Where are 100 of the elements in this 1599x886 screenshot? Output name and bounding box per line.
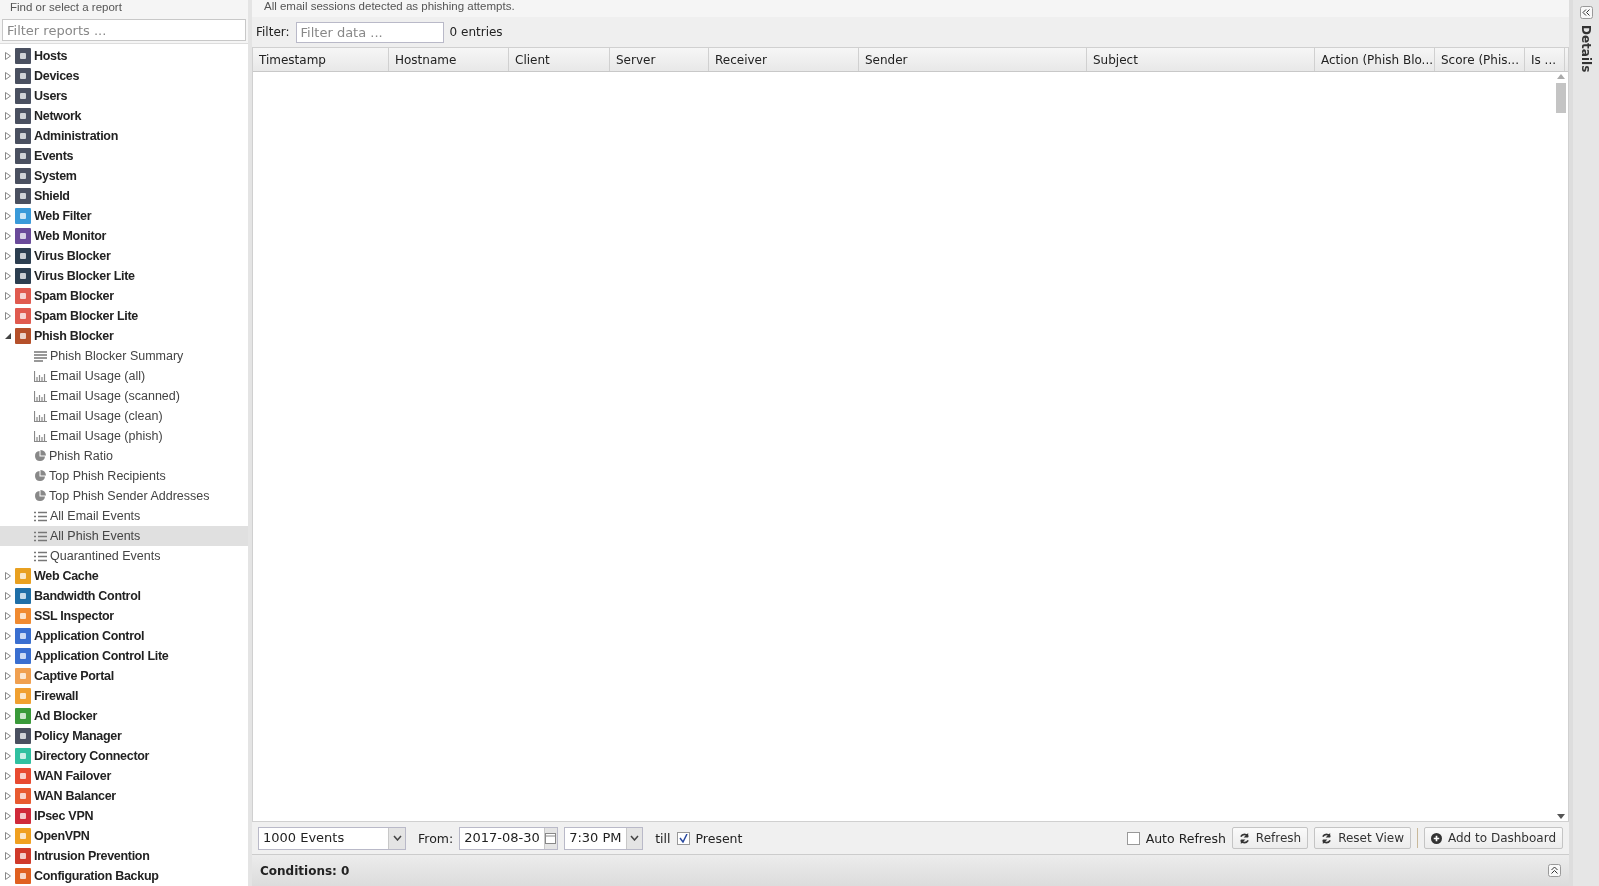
column-header[interactable]: Receiver <box>709 48 859 71</box>
events-limit-dropdown[interactable]: 1000 Events <box>258 826 406 850</box>
toolbar-button[interactable]: Refresh <box>1231 827 1309 849</box>
collapsed-arrow-icon[interactable] <box>4 752 12 760</box>
column-header[interactable]: Sender <box>859 48 1087 71</box>
tree-item[interactable]: Phish Blocker <box>0 326 248 346</box>
tree-item[interactable]: OpenVPN <box>0 826 248 846</box>
column-header[interactable]: Action (Phish Blo... <box>1315 48 1435 71</box>
column-header[interactable]: Hostname <box>389 48 509 71</box>
column-header[interactable]: Client <box>509 48 610 71</box>
tree-item[interactable]: Bandwidth Control <box>0 586 248 606</box>
tree-item[interactable]: Configuration Backup <box>0 866 248 886</box>
filter-reports-field[interactable]: Filter reports ... <box>2 19 246 41</box>
tree-item[interactable]: Events <box>0 146 248 166</box>
caret-icon[interactable] <box>629 835 639 841</box>
tree-item[interactable]: Web Filter <box>0 206 248 226</box>
collapsed-arrow-icon[interactable] <box>4 852 12 860</box>
tree-item[interactable]: WAN Failover <box>0 766 248 786</box>
collapsed-arrow-icon[interactable] <box>4 592 12 600</box>
report-item[interactable]: All Email Events <box>0 506 248 526</box>
collapsed-arrow-icon[interactable] <box>4 312 12 320</box>
tree-item[interactable]: Virus Blocker <box>0 246 248 266</box>
report-item[interactable]: Phish Ratio <box>0 446 248 466</box>
collapsed-arrow-icon[interactable] <box>4 172 12 180</box>
tree-item[interactable]: Ad Blocker <box>0 706 248 726</box>
tree-item[interactable]: Devices <box>0 66 248 86</box>
expanded-arrow-icon[interactable] <box>4 332 12 340</box>
tree-item[interactable]: System <box>0 166 248 186</box>
report-item[interactable]: Top Phish Sender Addresses <box>0 486 248 506</box>
tree-item[interactable]: Directory Connector <box>0 746 248 766</box>
expand-up-icon[interactable] <box>1548 864 1561 877</box>
collapsed-arrow-icon[interactable] <box>4 572 12 580</box>
tree-item[interactable]: Spam Blocker <box>0 286 248 306</box>
column-header[interactable]: Subject <box>1087 48 1315 71</box>
collapsed-arrow-icon[interactable] <box>4 272 12 280</box>
collapsed-arrow-icon[interactable] <box>4 292 12 300</box>
tree-item[interactable]: Captive Portal <box>0 666 248 686</box>
vertical-scrollbar[interactable] <box>1554 72 1568 821</box>
column-header[interactable]: Is ... <box>1525 48 1565 71</box>
report-item[interactable]: Email Usage (clean) <box>0 406 248 426</box>
time-dropdown[interactable]: 7:30 PM <box>564 826 644 850</box>
collapsed-arrow-icon[interactable] <box>4 812 12 820</box>
tree-item[interactable]: Spam Blocker Lite <box>0 306 248 326</box>
collapsed-arrow-icon[interactable] <box>4 772 12 780</box>
collapsed-arrow-icon[interactable] <box>4 672 12 680</box>
collapsed-arrow-icon[interactable] <box>4 232 12 240</box>
collapsed-arrow-icon[interactable] <box>4 192 12 200</box>
collapsed-arrow-icon[interactable] <box>4 72 12 80</box>
tree-item[interactable]: Web Cache <box>0 566 248 586</box>
collapsed-arrow-icon[interactable] <box>4 132 12 140</box>
tree-item[interactable]: Hosts <box>0 46 248 66</box>
filter-data-field[interactable]: Filter data ... <box>295 21 444 43</box>
collapsed-arrow-icon[interactable] <box>4 732 12 740</box>
collapsed-arrow-icon[interactable] <box>4 872 12 880</box>
tree-item[interactable]: WAN Balancer <box>0 786 248 806</box>
calendar-icon[interactable] <box>545 832 557 844</box>
column-header[interactable]: Server <box>610 48 709 71</box>
tree-item[interactable]: Intrusion Prevention <box>0 846 248 866</box>
caret-icon[interactable] <box>392 835 402 841</box>
details-panel-title[interactable]: Details <box>1580 25 1592 73</box>
collapsed-arrow-icon[interactable] <box>4 712 12 720</box>
report-item[interactable]: Email Usage (scanned) <box>0 386 248 406</box>
collapsed-arrow-icon[interactable] <box>4 632 12 640</box>
collapsed-arrow-icon[interactable] <box>4 792 12 800</box>
collapsed-arrow-icon[interactable] <box>4 252 12 260</box>
toolbar-button[interactable]: Add to Dashboard <box>1424 827 1563 849</box>
scrollbar-thumb[interactable] <box>1556 83 1566 113</box>
collapsed-arrow-icon[interactable] <box>4 92 12 100</box>
tree-item[interactable]: Application Control Lite <box>0 646 248 666</box>
scroll-up-icon[interactable] <box>1557 74 1565 79</box>
column-header[interactable]: Timestamp <box>253 48 389 71</box>
scroll-down-icon[interactable] <box>1557 814 1565 819</box>
collapsed-arrow-icon[interactable] <box>4 52 12 60</box>
tree-item[interactable]: Firewall <box>0 686 248 706</box>
tree-item[interactable]: SSL Inspector <box>0 606 248 626</box>
tree-item[interactable]: Web Monitor <box>0 226 248 246</box>
auto-refresh-checkbox[interactable] <box>1126 831 1140 845</box>
column-header[interactable]: Score (Phis... <box>1435 48 1525 71</box>
present-checkbox[interactable] <box>676 831 690 845</box>
report-item[interactable]: Phish Blocker Summary <box>0 346 248 366</box>
collapsed-arrow-icon[interactable] <box>4 212 12 220</box>
collapse-left-icon[interactable] <box>1579 6 1593 19</box>
collapsed-arrow-icon[interactable] <box>4 692 12 700</box>
report-item[interactable]: Quarantined Events <box>0 546 248 566</box>
tree-item[interactable]: Virus Blocker Lite <box>0 266 248 286</box>
tree-item[interactable]: Network <box>0 106 248 126</box>
tree-item[interactable]: Application Control <box>0 626 248 646</box>
collapsed-arrow-icon[interactable] <box>4 652 12 660</box>
report-item[interactable]: All Phish Events <box>0 526 248 546</box>
tree-item[interactable]: Policy Manager <box>0 726 248 746</box>
collapsed-arrow-icon[interactable] <box>4 112 12 120</box>
collapsed-arrow-icon[interactable] <box>4 612 12 620</box>
tree-item[interactable]: Users <box>0 86 248 106</box>
report-item[interactable]: Top Phish Recipients <box>0 466 248 486</box>
date-field[interactable]: 2017-08-30 <box>459 826 559 850</box>
tree-item[interactable]: Administration <box>0 126 248 146</box>
tree-item[interactable]: Shield <box>0 186 248 206</box>
toolbar-button[interactable]: Reset View <box>1314 827 1411 849</box>
tree-item[interactable]: IPsec VPN <box>0 806 248 826</box>
collapsed-arrow-icon[interactable] <box>4 832 12 840</box>
